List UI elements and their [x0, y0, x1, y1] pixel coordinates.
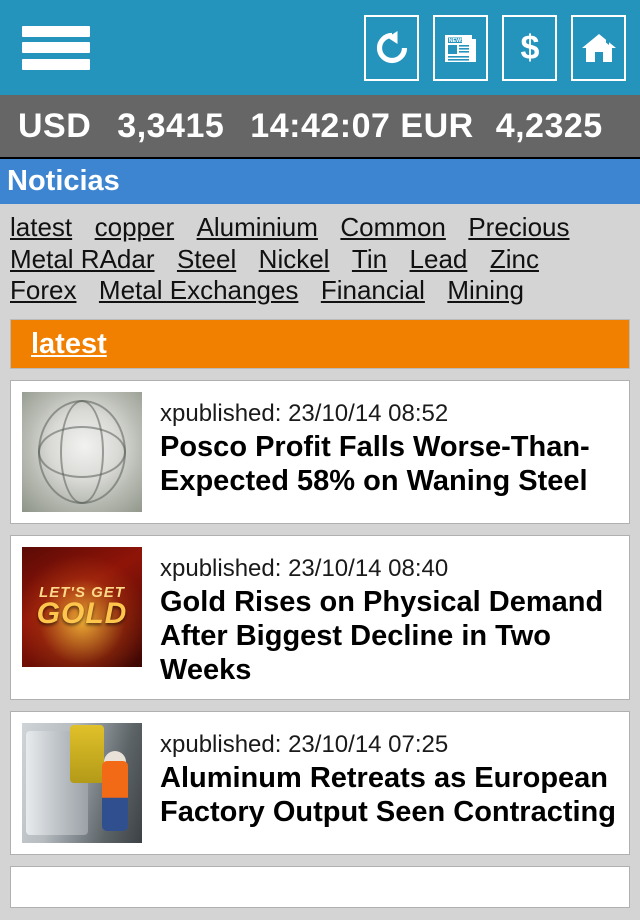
nav-link-mining[interactable]: Mining — [447, 275, 524, 305]
news-item[interactable] — [10, 865, 630, 908]
nav-link-tin[interactable]: Tin — [352, 244, 387, 274]
hamburger-menu-icon[interactable] — [22, 20, 90, 76]
news-thumbnail — [22, 722, 142, 843]
newspaper-icon: NEWS — [442, 29, 480, 67]
refresh-icon — [373, 29, 411, 67]
nav-link-financial[interactable]: Financial — [321, 275, 425, 305]
nav-link-steel[interactable]: Steel — [177, 244, 236, 274]
hamburger-bar — [22, 58, 90, 70]
news-button[interactable]: NEWS — [433, 14, 488, 81]
news-thumbnail — [22, 392, 142, 513]
ticker-time: 14:42:07 — [250, 106, 391, 145]
news-body: xpublished: 23/10/14 08:40 Gold Rises on… — [160, 547, 618, 688]
active-category-label[interactable]: latest — [31, 328, 107, 361]
news-headline[interactable]: Gold Rises on Physical Demand After Bigg… — [160, 586, 618, 688]
refresh-button[interactable] — [364, 14, 419, 81]
news-body: xpublished: 23/10/14 07:25 Aluminum Retr… — [160, 723, 618, 843]
home-icon — [580, 29, 618, 67]
news-thumbnail: LET'S GET GOLD — [22, 547, 142, 668]
eur-label: EUR — [400, 106, 474, 145]
rate-ticker-bar: USD 3,3415 14:42:07 EUR 4,2325 — [0, 95, 640, 159]
news-published: xpublished: 23/10/14 07:25 — [160, 730, 449, 758]
news-list: xpublished: 23/10/14 08:52 Posco Profit … — [0, 380, 640, 908]
news-published: xpublished: 23/10/14 08:52 — [160, 400, 449, 428]
page-title: Noticias — [7, 165, 120, 197]
nav-link-zinc[interactable]: Zinc — [490, 244, 539, 274]
thumb-detail — [70, 724, 104, 783]
svg-text:$: $ — [520, 29, 539, 67]
svg-text:NEWS: NEWS — [448, 38, 465, 44]
nav-link-metal-exchanges[interactable]: Metal Exchanges — [99, 275, 298, 305]
nav-link-forex[interactable]: Forex — [10, 275, 76, 305]
nav-link-lead[interactable]: Lead — [410, 244, 468, 274]
news-item[interactable]: xpublished: 23/10/14 08:52 Posco Profit … — [10, 380, 630, 525]
news-headline[interactable]: Posco Profit Falls Worse-Than-Expected 5… — [160, 431, 618, 499]
nav-link-precious[interactable]: Precious — [468, 212, 569, 242]
nav-link-nickel[interactable]: Nickel — [259, 244, 330, 274]
active-category-wrapper: latest — [0, 313, 640, 370]
category-nav: latest copper Aluminium Common Precious … — [0, 204, 640, 314]
app-header: NEWS $ — [0, 0, 640, 95]
section-title-bar: Noticias — [0, 159, 640, 204]
nav-link-aluminium[interactable]: Aluminium — [197, 212, 318, 242]
usd-label: USD — [18, 106, 92, 145]
dollar-icon: $ — [511, 29, 549, 67]
news-headline[interactable]: Aluminum Retreats as European Factory Ou… — [160, 762, 618, 830]
hamburger-bar — [22, 42, 90, 53]
eur-value: 4,2325 — [495, 106, 603, 145]
news-item[interactable]: LET'S GET GOLD xpublished: 23/10/14 08:4… — [10, 535, 630, 700]
thumb-text-line2: GOLD — [36, 597, 128, 631]
news-item[interactable]: xpublished: 23/10/14 07:25 Aluminum Retr… — [10, 710, 630, 855]
usd-value: 3,3415 — [117, 106, 225, 145]
currency-button[interactable]: $ — [502, 14, 557, 81]
hamburger-bar — [22, 25, 90, 37]
nav-link-common[interactable]: Common — [340, 212, 445, 242]
nav-link-latest[interactable]: latest — [10, 212, 72, 242]
home-button[interactable] — [571, 14, 626, 81]
thumb-detail — [38, 426, 126, 479]
header-action-buttons: NEWS $ — [364, 14, 626, 81]
news-body: xpublished: 23/10/14 08:52 Posco Profit … — [160, 392, 618, 512]
thumb-detail — [102, 760, 128, 831]
active-category-banner[interactable]: latest — [10, 319, 630, 370]
news-published: xpublished: 23/10/14 08:40 — [160, 555, 449, 583]
nav-link-copper[interactable]: copper — [95, 212, 175, 242]
nav-link-metal-radar[interactable]: Metal RAdar — [10, 244, 155, 274]
